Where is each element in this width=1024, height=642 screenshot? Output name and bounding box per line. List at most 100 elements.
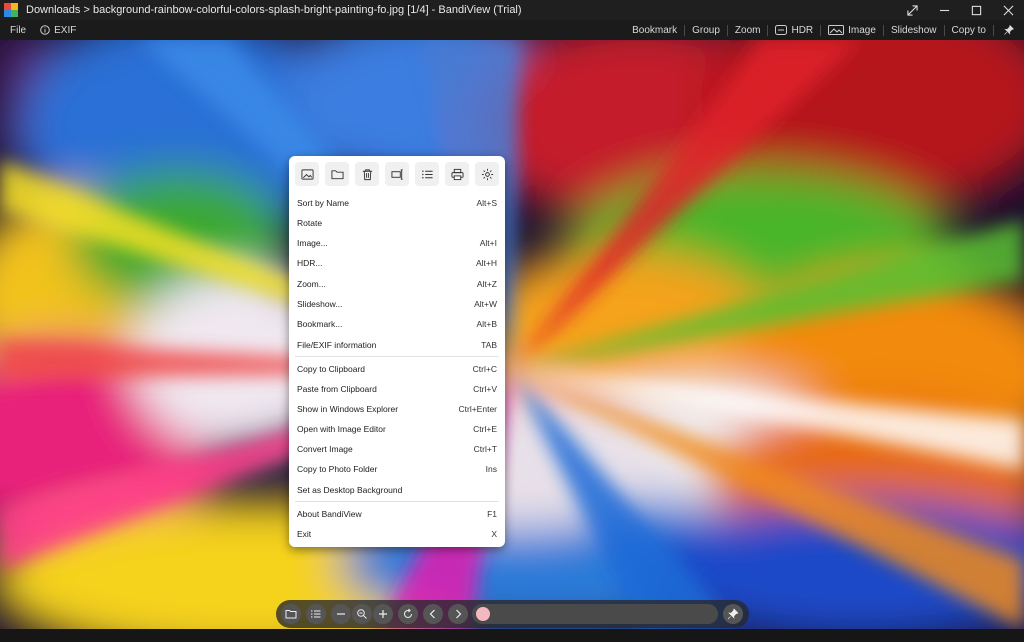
zoom-out-button[interactable]	[331, 604, 351, 624]
list-icon	[311, 610, 321, 618]
context-menu-item-label: Sort by Name	[297, 198, 349, 208]
context-menu-item[interactable]: Open with Image Editor Ctrl+E	[289, 420, 505, 438]
gear-icon	[481, 168, 493, 180]
context-menu-item[interactable]: About BandiView F1	[289, 505, 505, 523]
page-slider-track[interactable]	[472, 604, 718, 624]
open-folder-tool-button[interactable]	[281, 604, 301, 624]
context-menu-item-label: Copy to Photo Folder	[297, 464, 378, 474]
context-menu-quick-actions	[289, 156, 505, 188]
rename-icon	[390, 168, 403, 180]
context-menu-item-label: Convert Image	[297, 444, 353, 454]
menu-bookmark[interactable]: Bookmark	[625, 20, 684, 40]
context-menu-item-label: Exit	[297, 529, 312, 539]
context-menu-item-shortcut: Ctrl+T	[473, 444, 497, 454]
page-slider-handle[interactable]	[476, 607, 490, 621]
bottom-strip	[0, 629, 1024, 642]
context-menu-item[interactable]: Sort by Name Alt+S	[289, 194, 505, 212]
menu-slideshow[interactable]: Slideshow	[884, 20, 944, 40]
menu-file[interactable]: File	[0, 20, 33, 40]
menu-hdr-label: HDR	[791, 24, 814, 36]
context-menu-item[interactable]: Copy to Photo Folder Ins	[289, 460, 505, 478]
context-menu-item-label: Show in Windows Explorer	[297, 404, 399, 414]
menu-hdr[interactable]: HDR	[768, 20, 820, 40]
context-menu-item[interactable]: Set as Desktop Background	[289, 481, 505, 499]
context-menu-separator	[295, 501, 499, 502]
context-menu-item-label: Set as Desktop Background	[297, 485, 403, 495]
context-menu-item[interactable]: Zoom... Alt+Z	[289, 275, 505, 293]
context-menu-item-shortcut: Ins	[485, 464, 497, 474]
hdr-icon	[775, 25, 788, 35]
context-menu-item[interactable]: Paste from Clipboard Ctrl+V	[289, 380, 505, 398]
context-menu-item[interactable]: Exit X	[289, 525, 505, 543]
context-menu-item-label: Paste from Clipboard	[297, 384, 377, 394]
list-view-button[interactable]	[415, 162, 439, 186]
context-menu-item-shortcut: Alt+S	[476, 198, 497, 208]
image-viewport[interactable]	[0, 40, 1024, 629]
close-button[interactable]	[992, 0, 1024, 20]
context-menu-item-shortcut: X	[491, 529, 497, 539]
open-folder-button[interactable]	[325, 162, 349, 186]
context-menu-item-shortcut: Ctrl+E	[473, 424, 497, 434]
pin-icon	[727, 608, 739, 620]
menu-image[interactable]: Image	[821, 20, 883, 40]
open-image-button[interactable]	[295, 162, 319, 186]
context-menu-item-shortcut: Alt+W	[474, 299, 497, 309]
settings-button[interactable]	[475, 162, 499, 186]
window-title: Downloads > background-rainbow-colorful-…	[26, 4, 522, 16]
context-menu-separator	[295, 356, 499, 357]
menu-bar: File EXIF Bookmark Group Zoom HDR Image …	[0, 20, 1024, 40]
pin-toolbar-button[interactable]	[723, 604, 743, 624]
image-icon	[300, 168, 314, 180]
maximize-icon	[971, 5, 981, 15]
context-menu-item[interactable]: Copy to Clipboard Ctrl+C	[289, 360, 505, 378]
expand-icon	[906, 4, 918, 16]
previous-image-button[interactable]	[423, 604, 443, 624]
list-tool-button[interactable]	[306, 604, 326, 624]
info-icon	[40, 25, 50, 35]
pin-button[interactable]	[994, 20, 1024, 40]
context-menu-item[interactable]: Rotate	[289, 214, 505, 232]
zoom-fit-button[interactable]	[352, 604, 372, 624]
menu-exif[interactable]: EXIF	[33, 20, 83, 40]
context-menu-item-shortcut: Ctrl+Enter	[458, 404, 498, 414]
context-menu-item-label: Copy to Clipboard	[297, 364, 366, 374]
menu-zoom[interactable]: Zoom	[728, 20, 768, 40]
zoom-icon	[357, 609, 367, 619]
context-menu-item[interactable]: Bookmark... Alt+B	[289, 315, 505, 333]
context-menu-item[interactable]: HDR... Alt+H	[289, 254, 505, 272]
image-icon	[828, 25, 845, 35]
context-menu-item[interactable]: File/EXIF information TAB	[289, 336, 505, 354]
zoom-in-button[interactable]	[373, 604, 393, 624]
context-menu-item-label: Bookmark...	[297, 319, 343, 329]
menu-copy-to-label: Copy to	[951, 24, 986, 36]
rename-button[interactable]	[385, 162, 409, 186]
fullscreen-button[interactable]	[896, 0, 928, 20]
delete-button[interactable]	[355, 162, 379, 186]
context-menu-item-shortcut: F1	[487, 509, 497, 519]
menu-group-label: Group	[692, 24, 720, 36]
context-menu: Sort by Name Alt+S Rotate Image... Alt+I HDR.…	[289, 156, 505, 547]
folder-icon	[285, 610, 297, 619]
context-menu-item[interactable]: Slideshow... Alt+W	[289, 295, 505, 313]
context-menu-item-shortcut: Alt+H	[475, 258, 497, 268]
folder-icon	[330, 169, 344, 179]
minimize-button[interactable]	[928, 0, 960, 20]
context-menu-item[interactable]: Image... Alt+I	[289, 234, 505, 252]
displayed-photo	[0, 40, 1024, 629]
context-menu-item-shortcut: TAB	[481, 340, 497, 350]
context-menu-item-shortcut: Ctrl+V	[473, 384, 497, 394]
maximize-button[interactable]	[960, 0, 992, 20]
context-menu-item[interactable]: Convert Image Ctrl+T	[289, 440, 505, 458]
context-menu-item[interactable]: Show in Windows Explorer Ctrl+Enter	[289, 400, 505, 418]
context-menu-item-label: HDR...	[297, 258, 323, 268]
menu-copy-to[interactable]: Copy to	[945, 20, 993, 40]
menu-group[interactable]: Group	[685, 20, 727, 40]
minimize-icon	[939, 9, 949, 11]
context-menu-item-label: Slideshow...	[297, 299, 343, 309]
next-image-button[interactable]	[448, 604, 468, 624]
print-button[interactable]	[445, 162, 469, 186]
prev-icon	[429, 609, 435, 619]
context-menu-item-label: Open with Image Editor	[297, 424, 386, 434]
rotate-button[interactable]	[398, 604, 418, 624]
title-bar: Downloads > background-rainbow-colorful-…	[0, 0, 1024, 20]
